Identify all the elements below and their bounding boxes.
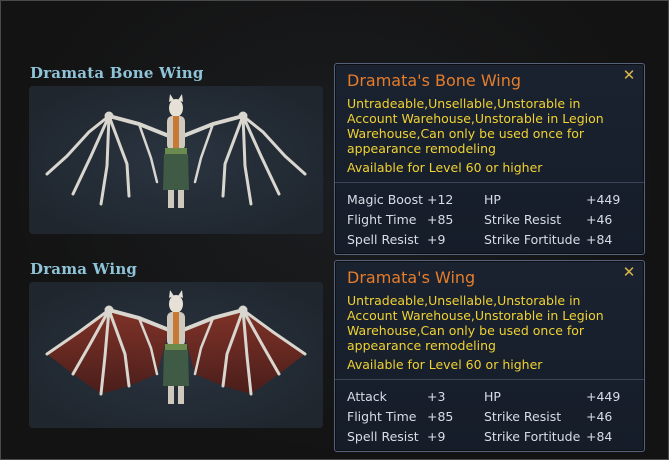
close-icon[interactable]: ✕ <box>622 68 636 83</box>
wing-preview-drama[interactable] <box>29 282 323 428</box>
stat-row: Flight Time +85 <box>347 212 453 227</box>
stat-row: HP +449 <box>484 192 620 207</box>
stat-row: Strike Resist +46 <box>484 409 612 424</box>
stat-value: +449 <box>586 192 621 207</box>
item-restrictions: Untradeable,Unsellable,Unstorable in Acc… <box>347 96 604 156</box>
wing-title-drama: Drama Wing <box>30 260 138 278</box>
stat-label: Attack <box>347 389 387 404</box>
bone-wing-illustration <box>29 86 323 234</box>
close-icon[interactable]: ✕ <box>622 265 636 280</box>
stat-label: Strike Fortitude <box>484 429 581 444</box>
stat-value: +9 <box>427 429 446 444</box>
tooltip-bone-wing: ✕ Dramata's Bone Wing Untradeable,Unsell… <box>334 63 645 255</box>
stat-label: Magic Boost <box>347 192 423 207</box>
stat-value: +3 <box>427 389 446 404</box>
stat-value: +84 <box>586 232 613 247</box>
divider <box>335 182 644 183</box>
stat-row: Flight Time +85 <box>347 409 453 424</box>
stat-row: Spell Resist +9 <box>347 232 445 247</box>
wing-title-bone: Dramata Bone Wing <box>30 64 204 82</box>
stat-value: +46 <box>586 212 613 227</box>
stat-label: Strike Fortitude <box>484 232 581 247</box>
stat-value: +12 <box>427 192 454 207</box>
stat-row: Magic Boost +12 <box>347 192 453 207</box>
stat-row: Strike Fortitude +84 <box>484 429 612 444</box>
stat-value: +84 <box>586 429 613 444</box>
stat-row: Strike Resist +46 <box>484 212 612 227</box>
item-level-requirement: Available for Level 60 or higher <box>347 357 543 372</box>
stat-label: Flight Time <box>347 212 417 227</box>
stat-label: Strike Resist <box>484 212 562 227</box>
stat-row: Strike Fortitude +84 <box>484 232 612 247</box>
stat-value: +85 <box>427 409 454 424</box>
stat-label: Strike Resist <box>484 409 562 424</box>
stat-value: +449 <box>586 389 621 404</box>
stat-label: Spell Resist <box>347 232 419 247</box>
stat-label: HP <box>484 389 501 404</box>
stat-row: Spell Resist +9 <box>347 429 445 444</box>
wing-preview-bone[interactable] <box>29 86 323 234</box>
stat-label: HP <box>484 192 501 207</box>
stat-row: Attack +3 <box>347 389 445 404</box>
tooltip-drama-wing: ✕ Dramata's Wing Untradeable,Unsellable,… <box>334 260 645 452</box>
item-restrictions: Untradeable,Unsellable,Unstorable in Acc… <box>347 293 604 353</box>
stat-label: Flight Time <box>347 409 417 424</box>
stat-value: +9 <box>427 232 446 247</box>
stat-row: HP +449 <box>484 389 620 404</box>
stat-value: +46 <box>586 409 613 424</box>
stat-value: +85 <box>427 212 454 227</box>
divider <box>335 379 644 380</box>
drama-wing-illustration <box>29 282 323 428</box>
item-level-requirement: Available for Level 60 or higher <box>347 160 543 175</box>
item-name: Dramata's Bone Wing <box>347 71 522 90</box>
stat-label: Spell Resist <box>347 429 419 444</box>
item-name: Dramata's Wing <box>347 268 476 287</box>
